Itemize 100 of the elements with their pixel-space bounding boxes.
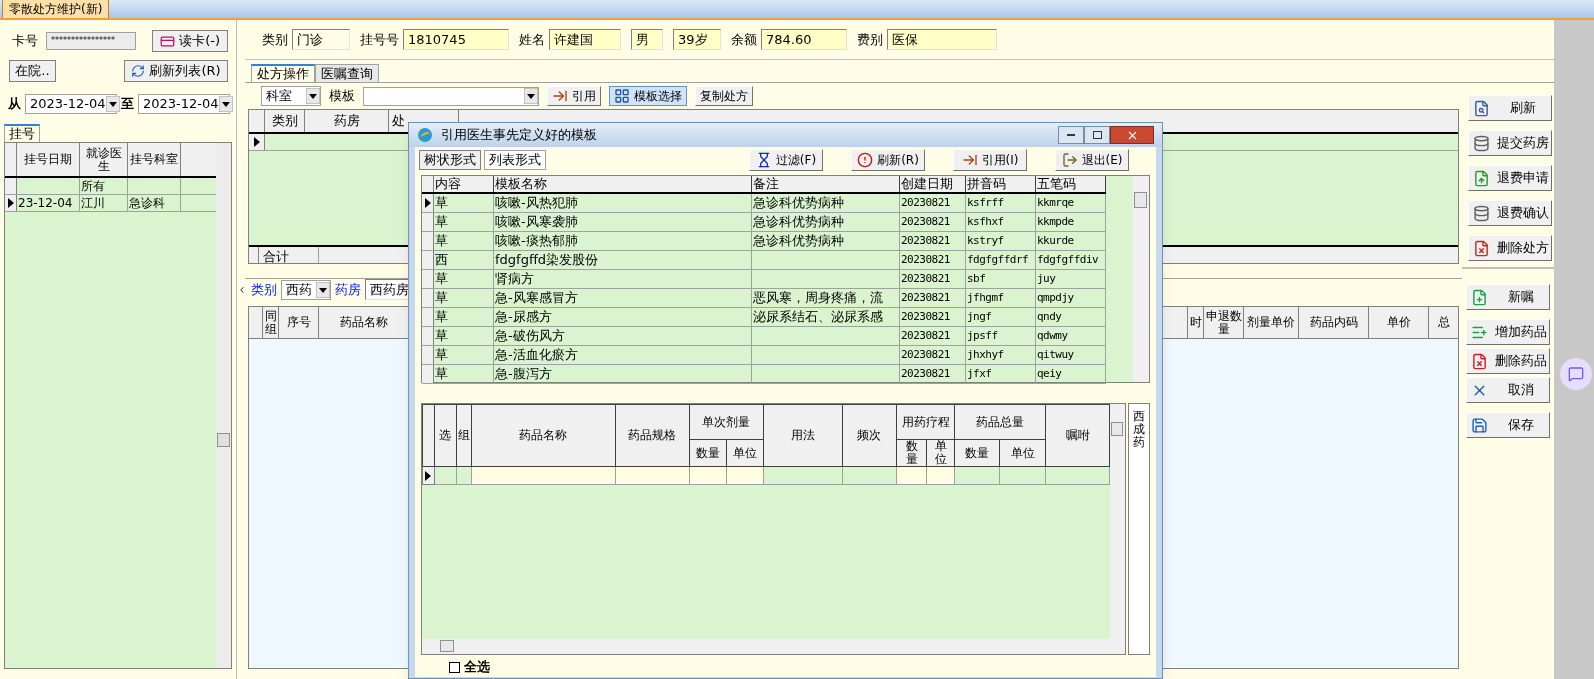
text-field[interactable]: 男 xyxy=(631,29,663,50)
text-field[interactable]: 784.60 xyxy=(761,29,847,50)
table-cell: jfxf xyxy=(966,365,1036,383)
text-field[interactable]: 门诊 xyxy=(292,29,350,50)
table-cell: 咳嗽-风寒袭肺 xyxy=(494,213,752,231)
scrollbar[interactable] xyxy=(1133,176,1149,382)
dialog-button[interactable]: 引用(I) xyxy=(953,149,1027,171)
table-cell: 20230821 xyxy=(900,365,966,383)
tab[interactable]: 列表形式 xyxy=(484,150,546,170)
table-cell: 恶风寒，周身疼痛，流 xyxy=(752,289,900,307)
side-button[interactable]: 增加药品 xyxy=(1466,319,1550,345)
scrollbar[interactable] xyxy=(216,143,231,668)
column-header: 单价 xyxy=(1368,307,1428,338)
column-header: 挂号日期 xyxy=(17,143,80,176)
side-tab[interactable]: 西成药 xyxy=(1128,403,1150,655)
in-hospital-button[interactable]: 在院.. xyxy=(9,60,56,82)
row-pointer-icon xyxy=(7,198,14,208)
column-header: 药品名称 xyxy=(471,404,616,467)
tab[interactable]: 医嘱查询 xyxy=(315,64,379,82)
table-cell: 急-风寒感冒方 xyxy=(494,289,752,307)
column-header: 用药疗程 xyxy=(896,404,955,440)
refresh-icon xyxy=(131,64,146,78)
table-cell: 咳嗽-风热犯肺 xyxy=(494,194,752,212)
maximize-button[interactable] xyxy=(1084,126,1110,144)
dialog-button[interactable]: 刷新(R) xyxy=(851,149,925,171)
refresh-list-button[interactable]: 刷新列表(R) xyxy=(124,60,228,82)
dialog-button[interactable]: 退出(E) xyxy=(1055,149,1129,171)
column-header: 模板名称 xyxy=(494,176,752,192)
side-button[interactable]: 保存 xyxy=(1466,412,1550,438)
exit-icon xyxy=(1061,152,1078,168)
table-cell: 20230821 xyxy=(900,289,966,307)
tab[interactable]: 挂号 xyxy=(4,124,40,142)
table-cell: 所有 xyxy=(80,178,128,194)
table-cell: 草 xyxy=(434,232,494,250)
field-label: 挂号号 xyxy=(360,30,399,49)
department-dropdown[interactable]: 科室 xyxy=(261,86,321,106)
table-cell: 急-活血化瘀方 xyxy=(494,346,752,364)
text-field[interactable]: 1810745 xyxy=(403,29,509,50)
table-cell: 草 xyxy=(434,346,494,364)
side-button[interactable]: 新嘱 xyxy=(1466,284,1550,310)
column-header: 单次剂量 xyxy=(689,404,764,440)
column-header: 内容 xyxy=(434,176,494,192)
scrollbar[interactable] xyxy=(1110,404,1125,639)
database-icon xyxy=(1473,204,1490,222)
table-cell: 草 xyxy=(434,289,494,307)
toolbar-button[interactable]: 复制处方 xyxy=(695,86,753,106)
text-field[interactable]: 39岁 xyxy=(673,29,721,50)
column-header: 选 xyxy=(434,404,457,467)
table-cell: 草 xyxy=(434,327,494,345)
column-header: 拼音码 xyxy=(966,176,1036,192)
table-cell: 20230821 xyxy=(900,308,966,326)
read-card-button[interactable]: 读卡(-) xyxy=(152,30,228,52)
table-cell: 20230821 xyxy=(900,270,966,288)
field-label: 药房 xyxy=(335,280,361,299)
tab[interactable]: 处方操作 xyxy=(251,64,315,82)
field-label: 从 xyxy=(8,95,21,114)
dropdown-arrow-icon xyxy=(218,96,233,112)
table-cell: jhxhyf xyxy=(966,346,1036,364)
table-cell: 急-破伤风方 xyxy=(494,327,752,345)
from-date-picker[interactable]: 2023-12-04 xyxy=(25,94,117,114)
field-label: 卡号 xyxy=(12,32,38,51)
field-label: 姓名 xyxy=(519,30,545,49)
text-field[interactable]: 医保 xyxy=(887,29,997,50)
column-header: 嘱咐 xyxy=(1045,404,1110,467)
dropdown-arrow-icon xyxy=(306,88,320,104)
window-tab[interactable]: 零散处方维护(新) xyxy=(2,0,110,18)
select-all-checkbox[interactable] xyxy=(449,661,460,673)
side-button[interactable]: 删除处方 xyxy=(1468,235,1552,261)
column-header: 总 xyxy=(1428,307,1458,338)
row-indicator[interactable] xyxy=(422,194,434,212)
table-cell: 23-12-04 xyxy=(17,195,80,211)
template-dropdown[interactable] xyxy=(363,86,539,106)
row-indicator[interactable] xyxy=(5,195,17,211)
grid-icon xyxy=(614,88,630,104)
select-all-label: 全选 xyxy=(464,658,490,677)
table-cell: 咳嗽-痰热郁肺 xyxy=(494,232,752,250)
minimize-button[interactable] xyxy=(1058,126,1084,144)
to-date-picker[interactable]: 2023-12-04 xyxy=(138,94,230,114)
side-button[interactable]: 删除药品 xyxy=(1466,348,1550,374)
toolbar-button[interactable]: 引用 xyxy=(547,86,601,106)
side-button[interactable]: 退费申请 xyxy=(1468,165,1552,191)
card-number-field[interactable]: **************** xyxy=(46,32,137,50)
dropdown-arrow-icon xyxy=(105,96,120,112)
side-button[interactable]: 刷新 xyxy=(1468,95,1552,121)
column-header: 备注 xyxy=(752,176,900,192)
table-cell: jfhgmf xyxy=(966,289,1036,307)
side-button[interactable]: 取消 xyxy=(1466,377,1550,403)
category-dropdown[interactable]: 西药 xyxy=(281,279,331,300)
toolbar-button[interactable]: 模板选择 xyxy=(609,86,687,106)
tab[interactable]: 树状形式 xyxy=(419,150,481,170)
dialog-button[interactable]: 过滤(F) xyxy=(749,149,823,171)
arrow-to-line-icon xyxy=(552,88,568,104)
table-cell: 急诊科优势病种 xyxy=(752,213,900,231)
table-cell: 20230821 xyxy=(900,327,966,345)
column-header: 同组 xyxy=(263,307,279,338)
close-button[interactable] xyxy=(1110,126,1154,144)
side-button[interactable]: 提交药房 xyxy=(1468,130,1552,156)
side-button[interactable]: 退费确认 xyxy=(1468,200,1552,226)
horizontal-scrollbar[interactable] xyxy=(422,639,1125,654)
text-field[interactable]: 许建国 xyxy=(549,29,621,50)
